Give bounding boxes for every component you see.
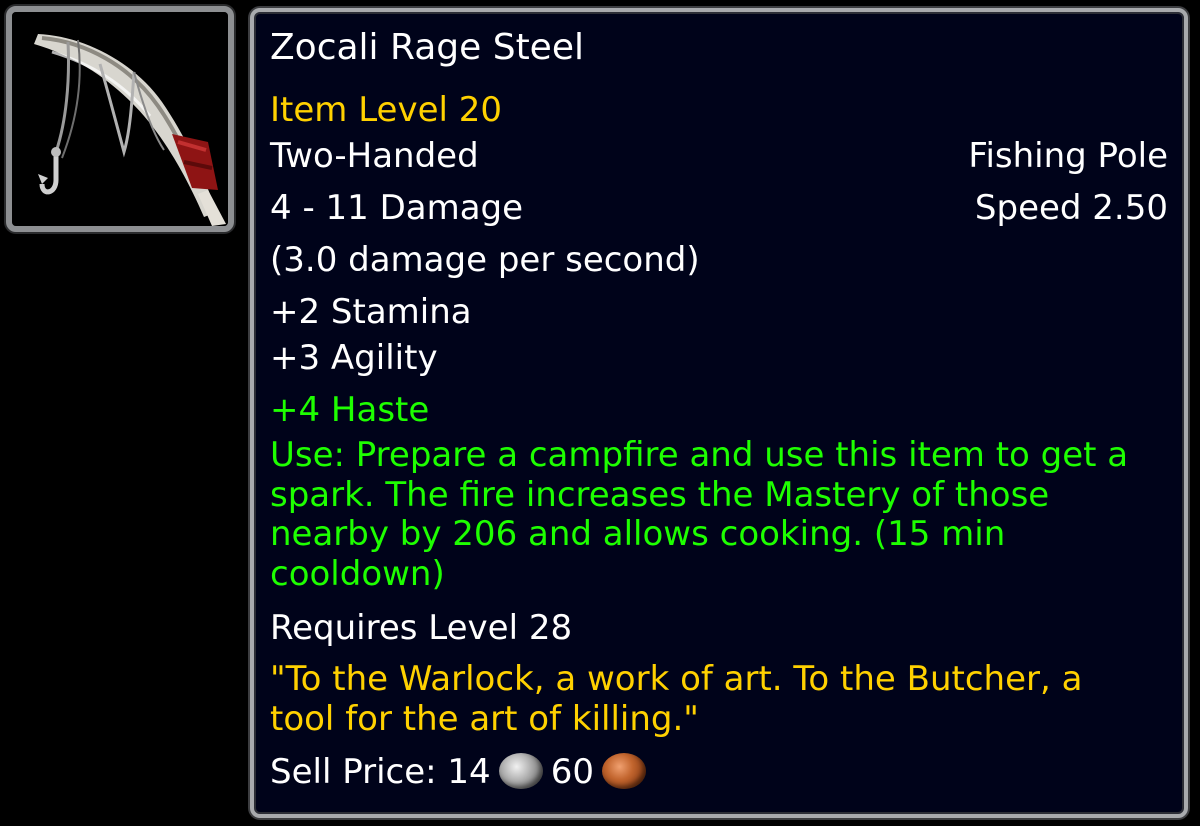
sell-price-copper: 60 xyxy=(550,752,594,792)
item-tooltip-screen: Zocali Rage Steel Item Level 20 Two-Hand… xyxy=(0,0,1200,826)
damage-speed-row: 4 - 11 Damage Speed 2.50 xyxy=(270,188,1168,228)
stat-line: +2 Stamina xyxy=(270,292,472,332)
item-type: Fishing Pole xyxy=(968,136,1168,176)
silver-coin-icon xyxy=(498,753,543,789)
item-level: Item Level 20 xyxy=(270,90,503,130)
slot-type-row: Two-Handed Fishing Pole xyxy=(270,136,1168,176)
use-effect-text: Use: Prepare a campfire and use this ite… xyxy=(270,435,1129,594)
bonus-stat-line: +4 Haste xyxy=(270,390,430,430)
item-icon-slot[interactable] xyxy=(6,6,234,232)
sell-price-silver: 14 xyxy=(447,752,491,792)
flavor-text: "To the Warlock, a work of art. To the B… xyxy=(270,659,1083,739)
item-damage: 4 - 11 Damage xyxy=(270,188,524,228)
item-tooltip: Zocali Rage Steel Item Level 20 Two-Hand… xyxy=(250,8,1188,818)
item-speed: Speed 2.50 xyxy=(974,188,1168,228)
item-name: Zocali Rage Steel xyxy=(270,27,584,68)
sell-price: Sell Price: 14 60 xyxy=(270,752,1168,792)
item-slot: Two-Handed xyxy=(270,136,479,176)
fishing-pole-icon xyxy=(12,12,228,226)
item-dps: (3.0 damage per second) xyxy=(270,240,700,280)
sell-price-label: Sell Price: xyxy=(270,752,437,792)
copper-coin-icon xyxy=(601,753,646,789)
stat-line: +3 Agility xyxy=(270,338,438,378)
level-requirement: Requires Level 28 xyxy=(270,608,573,648)
